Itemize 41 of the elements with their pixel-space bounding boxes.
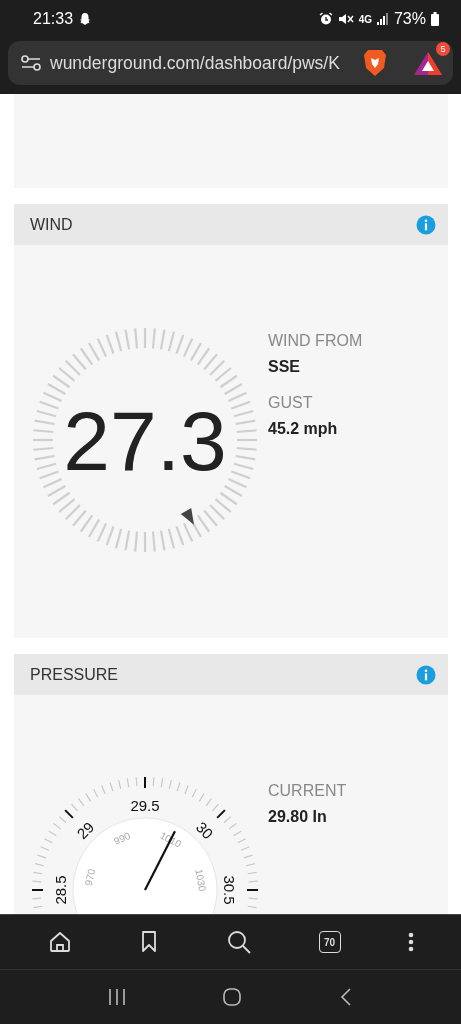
notification-badge: 5 <box>436 42 450 56</box>
more-icon[interactable] <box>407 932 414 952</box>
sliders-icon[interactable] <box>20 54 42 72</box>
signal-icon <box>376 13 389 25</box>
mute-icon <box>337 12 354 26</box>
info-icon[interactable] <box>416 214 436 235</box>
url-text: wunderground.com/dashboard/pws/K <box>50 52 341 74</box>
scale-label: 1030 <box>193 868 208 893</box>
scale-label: 28.5 <box>52 875 69 905</box>
home-icon[interactable] <box>47 930 72 954</box>
section-title: WIND <box>30 215 73 234</box>
scale-label: 990 <box>112 829 132 847</box>
search-icon[interactable] <box>225 929 252 955</box>
wind-speed: 27.3 <box>63 394 227 488</box>
scale-label: 970 <box>82 867 98 887</box>
stat-label: GUST <box>268 394 314 412</box>
lion-shield-icon[interactable] <box>363 49 387 77</box>
info-icon[interactable] <box>416 664 436 685</box>
alarm-icon <box>318 12 333 26</box>
scale-label: 30 <box>192 818 217 843</box>
back-icon[interactable] <box>338 987 353 1007</box>
scale-label: 1010 <box>158 829 184 850</box>
tab-count-button[interactable]: 70 <box>318 931 341 953</box>
scale-label: 29.5 <box>130 797 160 814</box>
section-title: PRESSURE <box>30 665 119 684</box>
stat-value: 45.2 mph <box>268 420 339 438</box>
triangle-icon[interactable] <box>413 50 443 76</box>
home-icon[interactable] <box>222 987 243 1007</box>
stat-value: 29.80 In <box>268 808 328 826</box>
stat-label: WIND FROM <box>268 332 363 350</box>
battery-percent: 73% <box>393 10 426 28</box>
stat-label: CURRENT <box>268 782 347 800</box>
stat-value: SSE <box>268 358 301 376</box>
clock-time: 21:33 <box>33 10 74 28</box>
battery-icon <box>431 12 439 26</box>
scale-label: 29 <box>73 818 98 843</box>
network-type: 4G <box>358 13 372 25</box>
address-bar[interactable]: wunderground.com/dashboard/pws/K 5 <box>8 41 453 85</box>
recent-apps-icon[interactable] <box>108 988 127 1006</box>
direction-pointer <box>180 508 194 525</box>
scale-label: 30.5 <box>221 875 238 905</box>
